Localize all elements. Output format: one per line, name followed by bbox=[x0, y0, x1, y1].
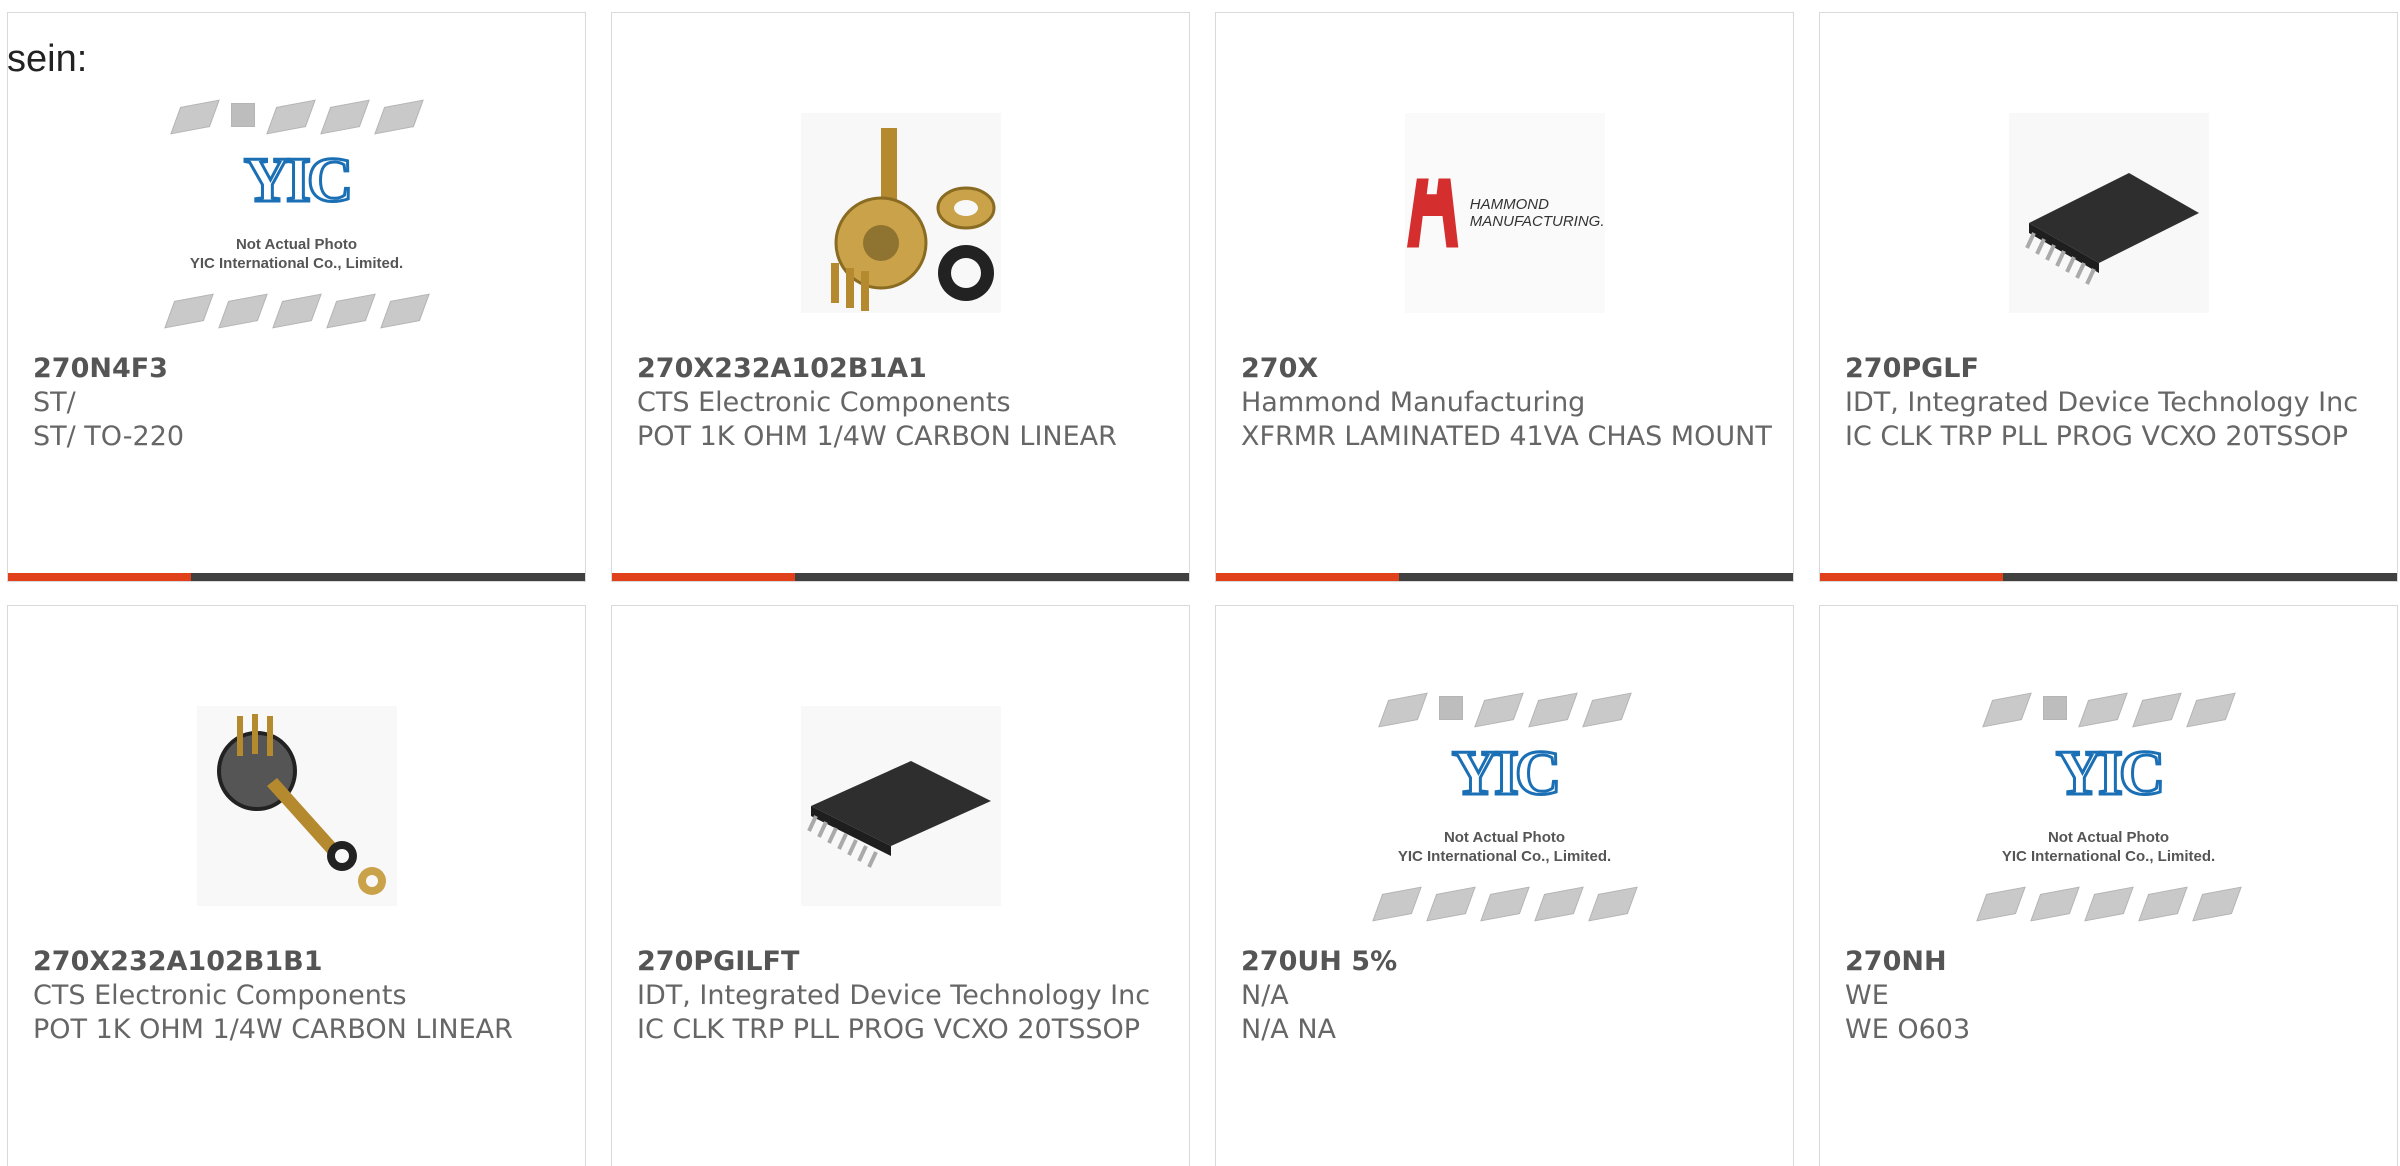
chip-icon bbox=[806, 761, 991, 868]
hammond-logo-text-2: MANUFACTURING. bbox=[1469, 213, 1605, 230]
image-caption-line2: YIC International Co., Limited. bbox=[1397, 848, 1612, 865]
manufacturer: IDT, Integrated Device Technology Inc bbox=[1845, 387, 2359, 418]
description: ST/ TO-220 bbox=[33, 421, 185, 452]
manufacturer: ST/ bbox=[33, 387, 76, 418]
product-card[interactable]: YIC Not Actual Photo YIC International Co… bbox=[1819, 605, 2398, 1166]
hammond-logo-icon bbox=[1406, 178, 1458, 248]
tssop-chip-photo bbox=[800, 706, 1001, 906]
hammond-logo: HAMMOND MANUFACTURING. bbox=[1404, 113, 1605, 313]
description: IC CLK TRP PLL PROG VCXO 20TSSOP bbox=[637, 1014, 1141, 1045]
product-image[interactable]: YIC Not Actual Photo YIC International Co… bbox=[1216, 668, 1793, 944]
manufacturer: CTS Electronic Components bbox=[33, 980, 407, 1011]
product-image[interactable] bbox=[8, 668, 585, 944]
description: WE O603 bbox=[1845, 1014, 1971, 1045]
manufacturer: IDT, Integrated Device Technology Inc bbox=[637, 980, 1151, 1011]
chip-icon bbox=[2024, 173, 2199, 285]
card-bottom-bar bbox=[8, 573, 585, 581]
part-number[interactable]: 270N4F3 bbox=[33, 352, 565, 386]
yic-logo-icon: YIC bbox=[242, 143, 354, 217]
product-card[interactable]: 270PGILFT IDT, Integrated Device Technol… bbox=[611, 605, 1190, 1166]
manufacturer: Hammond Manufacturing bbox=[1241, 387, 1586, 418]
part-number[interactable]: 270UH 5% bbox=[1241, 945, 1773, 979]
image-caption-line2: YIC International Co., Limited. bbox=[2001, 848, 2216, 865]
hammond-logo-text-1: HAMMOND bbox=[1469, 196, 1549, 213]
card-bottom-bar bbox=[1216, 573, 1793, 581]
product-image[interactable] bbox=[612, 75, 1189, 351]
manufacturer: CTS Electronic Components bbox=[637, 387, 1011, 418]
manufacturer: N/A bbox=[1241, 980, 1289, 1011]
yic-placeholder-image: YIC Not Actual Photo YIC International Co… bbox=[1370, 686, 1640, 926]
image-caption-line1: Not Actual Photo bbox=[2047, 829, 2170, 846]
part-number[interactable]: 270X232A102B1B1 bbox=[33, 945, 565, 979]
manufacturer: WE bbox=[1845, 980, 1889, 1011]
product-card[interactable]: YIC Not Actual Photo YIC International Co… bbox=[1215, 605, 1794, 1166]
product-image[interactable]: YIC Not Actual Photo YIC International Co… bbox=[1820, 668, 2397, 944]
product-image[interactable] bbox=[612, 668, 1189, 944]
image-caption-line2: YIC International Co., Limited. bbox=[189, 255, 404, 272]
part-number[interactable]: 270PGILFT bbox=[637, 945, 1169, 979]
tssop-chip-photo bbox=[2008, 113, 2209, 313]
potentiometer-icon bbox=[216, 714, 386, 895]
potentiometer-icon bbox=[830, 128, 995, 311]
image-caption-line1: Not Actual Photo bbox=[235, 236, 358, 253]
part-number[interactable]: 270NH bbox=[1845, 945, 2377, 979]
product-card[interactable]: 270PGLF IDT, Integrated Device Technolog… bbox=[1819, 12, 2398, 582]
description: N/A NA bbox=[1241, 1014, 1337, 1045]
description: POT 1K OHM 1/4W CARBON LINEAR bbox=[637, 421, 1117, 452]
potentiometer-photo bbox=[800, 113, 1001, 313]
yic-logo-icon: YIC bbox=[2054, 736, 2166, 810]
product-image[interactable]: YIC Not Actual Photo YIC International Co… bbox=[8, 75, 585, 351]
product-card[interactable]: YIC Not Actual Photo YIC International Co… bbox=[7, 12, 586, 582]
card-bottom-bar bbox=[612, 573, 1189, 581]
product-card[interactable]: HAMMOND MANUFACTURING. 270X Hammond Manu… bbox=[1215, 12, 1794, 582]
description: XFRMR LAMINATED 41VA CHAS MOUNT bbox=[1241, 421, 1772, 452]
yic-placeholder-image: YIC Not Actual Photo YIC International Co… bbox=[1974, 686, 2244, 926]
yic-logo-icon: YIC bbox=[1450, 736, 1562, 810]
part-number[interactable]: 270X bbox=[1241, 352, 1773, 386]
description: IC CLK TRP PLL PROG VCXO 20TSSOP bbox=[1845, 421, 2349, 452]
potentiometer-photo bbox=[196, 706, 397, 906]
part-number[interactable]: 270X232A102B1A1 bbox=[637, 352, 1169, 386]
image-caption-line1: Not Actual Photo bbox=[1443, 829, 1566, 846]
yic-placeholder-image: YIC Not Actual Photo YIC International Co… bbox=[162, 93, 432, 333]
product-image[interactable] bbox=[1820, 75, 2397, 351]
prefix-text: sein: bbox=[7, 38, 88, 80]
product-card[interactable]: 270X232A102B1A1 CTS Electronic Component… bbox=[611, 12, 1190, 582]
product-card[interactable]: 270X232A102B1B1 CTS Electronic Component… bbox=[7, 605, 586, 1166]
product-image[interactable]: HAMMOND MANUFACTURING. bbox=[1216, 75, 1793, 351]
description: POT 1K OHM 1/4W CARBON LINEAR bbox=[33, 1014, 513, 1045]
product-grid: YIC Not Actual Photo YIC International Co… bbox=[7, 12, 2398, 1166]
card-bottom-bar bbox=[1820, 573, 2397, 581]
part-number[interactable]: 270PGLF bbox=[1845, 352, 2377, 386]
